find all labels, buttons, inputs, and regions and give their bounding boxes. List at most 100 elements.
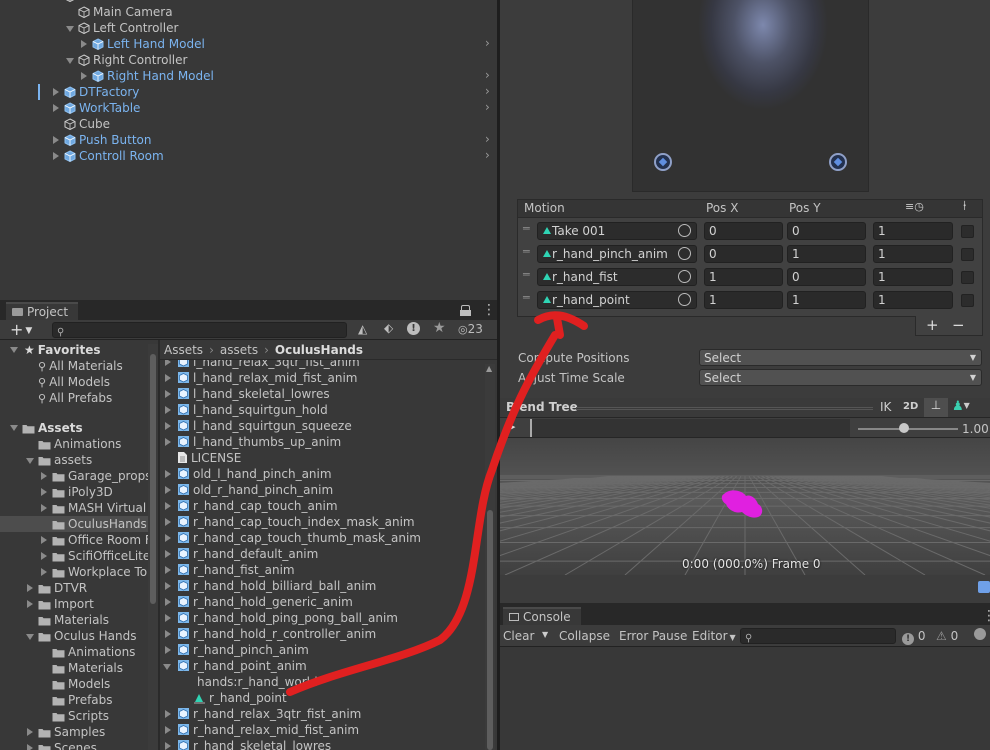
collapse-arrow-icon[interactable] <box>165 374 171 382</box>
hierarchy-item[interactable]: DTFactory › <box>0 84 497 100</box>
collapse-arrow-icon[interactable] <box>41 536 47 544</box>
folder-item[interactable]: Animations <box>0 436 148 452</box>
hierarchy-item[interactable]: Right Hand Model › <box>0 68 497 84</box>
mirror-checkbox[interactable] <box>961 248 974 261</box>
tab-console[interactable]: Console <box>503 607 581 625</box>
folder-item[interactable]: Scenes <box>0 740 148 750</box>
hierarchy-item[interactable]: Controll Room › <box>0 148 497 164</box>
search-by-type-icon[interactable]: ◭ <box>358 322 371 336</box>
asset-item[interactable]: r_hand_pinch_anim <box>160 642 485 658</box>
asset-item[interactable]: r_hand_default_anim <box>160 546 485 562</box>
pos-x-field[interactable]: 0 <box>704 222 783 240</box>
expand-arrow-icon[interactable] <box>163 664 171 670</box>
folder-item[interactable]: Animations <box>0 644 148 660</box>
console-search-input[interactable]: ⚲ <box>740 628 896 644</box>
adjust-time-scale-dropdown[interactable]: Select ▼ <box>699 369 982 386</box>
expand-arrow-icon[interactable] <box>10 347 18 353</box>
collapse-arrow-icon[interactable] <box>41 472 47 480</box>
hierarchy-item[interactable]: Cube <box>0 116 497 132</box>
collapse-arrow-icon[interactable] <box>27 584 33 592</box>
expand-arrow-icon[interactable] <box>26 458 34 464</box>
breadcrumb-assets-sub[interactable]: assets <box>220 343 258 357</box>
folder-item[interactable]: MASH Virtual <box>0 500 148 516</box>
expand-arrow-icon[interactable] <box>66 58 74 64</box>
hidden-packages-toggle[interactable]: ◎23 <box>458 322 483 337</box>
collapse-arrow-icon[interactable] <box>41 568 47 576</box>
prefab-open-icon[interactable]: › <box>485 36 490 50</box>
more-options-icon[interactable]: ⋮ <box>482 303 496 317</box>
mirror-checkbox[interactable] <box>961 271 974 284</box>
collapse-arrow-icon[interactable] <box>81 72 87 80</box>
pos-y-field[interactable]: 0 <box>787 222 866 240</box>
collapse-arrow-icon[interactable] <box>165 502 171 510</box>
collapse-arrow-icon[interactable] <box>53 104 59 112</box>
time-scale-field[interactable]: 1 <box>873 268 953 286</box>
collapse-arrow-icon[interactable] <box>165 438 171 446</box>
create-button[interactable]: + ▼ <box>10 321 32 340</box>
log-count-toggle[interactable] <box>974 628 986 644</box>
favorites-item[interactable]: ⚲ All Materials <box>38 358 123 374</box>
folder-item[interactable]: ScifiOfficeLite <box>0 548 148 564</box>
collapse-arrow-icon[interactable] <box>53 88 59 96</box>
blend-point-handle[interactable] <box>654 153 672 171</box>
folder-item[interactable]: Materials <box>0 612 148 628</box>
collapse-arrow-icon[interactable] <box>27 728 33 736</box>
remove-motion-button[interactable]: − <box>952 316 965 334</box>
collapse-arrow-icon[interactable] <box>165 550 171 558</box>
ik-toggle[interactable]: IK <box>880 400 891 414</box>
favorite-star-icon[interactable]: ★ <box>433 320 446 336</box>
asset-item[interactable]: LICENSE <box>160 450 485 466</box>
files-scrollbar-thumb[interactable] <box>487 510 493 750</box>
asset-item[interactable]: old_l_hand_pinch_anim <box>160 466 485 482</box>
folder-item[interactable]: Oculus Hands <box>0 628 148 644</box>
asset-item[interactable]: old_r_hand_pinch_anim <box>160 482 485 498</box>
search-input[interactable]: ⚲ <box>52 322 347 338</box>
hierarchy-item[interactable]: Main Camera <box>0 4 497 20</box>
collapse-arrow-icon[interactable] <box>165 598 171 606</box>
asset-item[interactable]: r_hand_cap_touch_index_mask_anim <box>160 514 485 530</box>
drag-handle-icon[interactable]: ═ <box>523 222 530 235</box>
favorites-item[interactable]: ⚲ All Prefabs <box>38 390 112 406</box>
asset-item[interactable]: hands:r_hand_world <box>160 674 485 690</box>
collapse-arrow-icon[interactable] <box>165 630 171 638</box>
asset-item[interactable]: r_hand_skeletal_lowres <box>160 738 485 750</box>
pivot-icon[interactable]: ⊥ <box>924 398 948 417</box>
motion-clip-field[interactable]: r_hand_point <box>537 291 697 309</box>
asset-item[interactable]: l_hand_squirtgun_hold <box>160 402 485 418</box>
prefab-open-icon[interactable]: › <box>485 100 490 114</box>
collapse-arrow-icon[interactable] <box>165 646 171 654</box>
motion-clip-field[interactable]: r_hand_pinch_anim <box>537 245 697 263</box>
folder-item[interactable]: Prefabs <box>0 692 148 708</box>
play-button[interactable]: ▶ <box>507 420 515 433</box>
object-picker-icon[interactable] <box>678 224 691 237</box>
hierarchy-item[interactable]: Left Controller <box>0 20 497 36</box>
folder-item[interactable]: OculusHands <box>0 516 148 532</box>
expand-arrow-icon[interactable] <box>10 425 18 431</box>
object-picker-icon[interactable] <box>678 293 691 306</box>
more-options-icon[interactable]: ⋮ <box>982 608 990 624</box>
object-picker-icon[interactable] <box>678 270 691 283</box>
asset-item[interactable]: l_hand_squirtgun_squeeze <box>160 418 485 434</box>
collapse-arrow-icon[interactable] <box>165 726 171 734</box>
files-scroll-up-icon[interactable]: ▲ <box>486 364 492 373</box>
tree-scrollbar-thumb[interactable] <box>150 354 156 604</box>
folder-item[interactable]: Models <box>0 676 148 692</box>
pos-y-field[interactable]: 1 <box>787 245 866 263</box>
hierarchy-item[interactable]: WorkTable › <box>0 100 497 116</box>
expand-arrow-icon[interactable] <box>66 26 74 32</box>
folder-item[interactable]: Samples <box>0 724 148 740</box>
folder-item[interactable]: iPoly3D <box>0 484 148 500</box>
drag-handle-icon[interactable]: ═ <box>523 245 530 258</box>
prefab-open-icon[interactable]: › <box>485 68 490 82</box>
collapse-arrow-icon[interactable] <box>41 504 47 512</box>
files-scrollbar[interactable]: ▲ <box>485 364 495 750</box>
asset-item[interactable]: r_hand_hold_ping_pong_ball_anim <box>160 610 485 626</box>
asset-item[interactable]: r_hand_relax_3qtr_fist_anim <box>160 706 485 722</box>
pos-x-field[interactable]: 0 <box>704 245 783 263</box>
editor-dropdown[interactable]: Editor ▼ <box>692 629 736 643</box>
favorites-item[interactable]: ⚲ All Models <box>38 374 110 390</box>
time-scale-field[interactable]: 1 <box>873 222 953 240</box>
compute-positions-dropdown[interactable]: Select ▼ <box>699 349 982 366</box>
asset-item[interactable]: r_hand_cap_touch_anim <box>160 498 485 514</box>
time-scale-field[interactable]: 1 <box>873 245 953 263</box>
